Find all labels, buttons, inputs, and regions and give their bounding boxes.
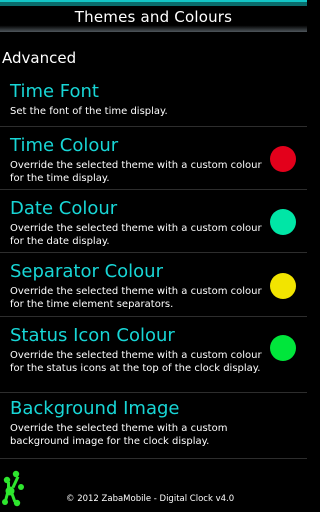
pref-title: Date Colour <box>10 198 118 219</box>
section-header-advanced: Advanced <box>2 49 77 67</box>
page-title: Themes and Colours <box>74 8 233 26</box>
pref-summary: Set the font of the time display. <box>10 106 168 117</box>
date-colour-swatch <box>270 209 296 235</box>
pref-summary: Override the selected theme with a custo… <box>10 350 262 374</box>
pref-title: Time Font <box>10 81 99 102</box>
separator-colour-swatch <box>270 273 296 299</box>
divider <box>0 126 307 127</box>
time-colour-swatch <box>270 146 296 172</box>
footer-copyright: © 2012 ZabaMobile - Digital Clock v4.0 <box>66 494 235 504</box>
divider <box>0 252 307 253</box>
pref-summary: Override the selected theme with a custo… <box>10 286 262 310</box>
status-icon-colour-swatch <box>270 335 296 361</box>
pref-time-font[interactable]: Time Font Set the font of the time displ… <box>0 76 307 126</box>
divider <box>0 189 307 190</box>
pref-summary: Override the selected theme with a custo… <box>10 160 262 184</box>
pref-title: Background Image <box>10 398 180 419</box>
pref-time-colour[interactable]: Time Colour Override the selected theme … <box>0 126 307 189</box>
divider <box>0 392 307 393</box>
pref-summary: Override the selected theme with a custo… <box>10 423 228 447</box>
preference-list: Time Font Set the font of the time displ… <box>0 76 307 458</box>
pref-status-icon-colour[interactable]: Status Icon Colour Override the selected… <box>0 316 307 392</box>
pref-background-image[interactable]: Background Image Override the selected t… <box>0 392 307 458</box>
footer: © 2012 ZabaMobile - Digital Clock v4.0 <box>0 490 307 512</box>
pref-summary: Override the selected theme with a custo… <box>10 223 262 247</box>
divider <box>0 316 307 317</box>
pref-title: Separator Colour <box>10 261 163 282</box>
pref-title: Time Colour <box>10 135 119 156</box>
pref-separator-colour[interactable]: Separator Colour Override the selected t… <box>0 252 307 316</box>
pref-date-colour[interactable]: Date Colour Override the selected theme … <box>0 189 307 252</box>
pref-title: Status Icon Colour <box>10 325 175 346</box>
title-bar: Themes and Colours <box>0 0 307 32</box>
divider <box>0 458 307 459</box>
